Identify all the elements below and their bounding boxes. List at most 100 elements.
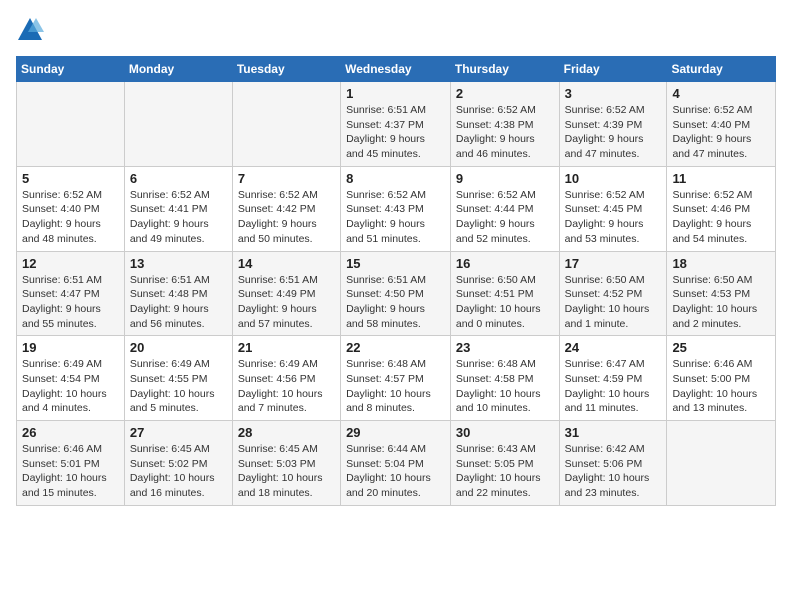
day-number: 20 [130, 340, 227, 355]
day-number: 5 [22, 171, 119, 186]
calendar-cell: 25 Sunrise: 6:46 AM Sunset: 5:00 PM Dayli… [667, 336, 776, 421]
day-detail: Sunrise: 6:49 AM Sunset: 4:55 PM Dayligh… [130, 357, 227, 416]
day-number: 30 [456, 425, 554, 440]
day-number: 2 [456, 86, 554, 101]
day-number: 16 [456, 256, 554, 271]
day-number: 4 [672, 86, 770, 101]
day-number: 26 [22, 425, 119, 440]
calendar-cell: 24 Sunrise: 6:47 AM Sunset: 4:59 PM Dayli… [559, 336, 667, 421]
calendar-cell: 19 Sunrise: 6:49 AM Sunset: 4:54 PM Dayli… [17, 336, 125, 421]
calendar-table: SundayMondayTuesdayWednesdayThursdayFrid… [16, 56, 776, 506]
day-header-thursday: Thursday [450, 57, 559, 82]
day-number: 6 [130, 171, 227, 186]
day-detail: Sunrise: 6:49 AM Sunset: 4:54 PM Dayligh… [22, 357, 119, 416]
calendar-cell: 15Sunrise: 6:51 AM Sunset: 4:50 PM Dayli… [341, 251, 451, 336]
calendar-cell: 4 Sunrise: 6:52 AM Sunset: 4:40 PM Daylig… [667, 82, 776, 167]
day-detail: Sunrise: 6:52 AM Sunset: 4:43 PM Dayligh… [346, 188, 445, 247]
day-number: 1 [346, 86, 445, 101]
day-number: 11 [672, 171, 770, 186]
calendar-cell: 3Sunrise: 6:52 AM Sunset: 4:39 PM Daylig… [559, 82, 667, 167]
day-number: 25 [672, 340, 770, 355]
day-header-monday: Monday [124, 57, 232, 82]
calendar-cell: 6 Sunrise: 6:52 AM Sunset: 4:41 PM Daylig… [124, 166, 232, 251]
calendar-cell: 11 Sunrise: 6:52 AM Sunset: 4:46 PM Dayli… [667, 166, 776, 251]
day-detail: Sunrise: 6:51 AM Sunset: 4:48 PM Dayligh… [130, 273, 227, 332]
calendar-cell [124, 82, 232, 167]
day-detail: Sunrise: 6:51 AM Sunset: 4:50 PM Dayligh… [346, 273, 445, 332]
calendar-cell: 2 Sunrise: 6:52 AM Sunset: 4:38 PM Daylig… [450, 82, 559, 167]
logo [16, 16, 46, 44]
day-number: 19 [22, 340, 119, 355]
day-number: 21 [238, 340, 335, 355]
day-detail: Sunrise: 6:52 AM Sunset: 4:39 PM Dayligh… [565, 103, 662, 162]
week-row-4: 19 Sunrise: 6:49 AM Sunset: 4:54 PM Dayli… [17, 336, 776, 421]
calendar-cell: 18Sunrise: 6:50 AM Sunset: 4:53 PM Dayli… [667, 251, 776, 336]
day-header-saturday: Saturday [667, 57, 776, 82]
day-number: 24 [565, 340, 662, 355]
day-detail: Sunrise: 6:45 AM Sunset: 5:03 PM Dayligh… [238, 442, 335, 501]
day-number: 7 [238, 171, 335, 186]
week-row-1: 1 Sunrise: 6:51 AM Sunset: 4:37 PM Daylig… [17, 82, 776, 167]
day-detail: Sunrise: 6:51 AM Sunset: 4:49 PM Dayligh… [238, 273, 335, 332]
week-row-5: 26 Sunrise: 6:46 AM Sunset: 5:01 PM Dayli… [17, 421, 776, 506]
calendar-cell [232, 82, 340, 167]
calendar-cell: 27Sunrise: 6:45 AM Sunset: 5:02 PM Dayli… [124, 421, 232, 506]
day-header-sunday: Sunday [17, 57, 125, 82]
day-detail: Sunrise: 6:52 AM Sunset: 4:40 PM Dayligh… [672, 103, 770, 162]
day-number: 12 [22, 256, 119, 271]
day-detail: Sunrise: 6:51 AM Sunset: 4:47 PM Dayligh… [22, 273, 119, 332]
day-detail: Sunrise: 6:48 AM Sunset: 4:57 PM Dayligh… [346, 357, 445, 416]
calendar-cell [667, 421, 776, 506]
calendar-cell: 14 Sunrise: 6:51 AM Sunset: 4:49 PM Dayli… [232, 251, 340, 336]
calendar-cell: 21Sunrise: 6:49 AM Sunset: 4:56 PM Dayli… [232, 336, 340, 421]
day-header-wednesday: Wednesday [341, 57, 451, 82]
day-header-tuesday: Tuesday [232, 57, 340, 82]
day-detail: Sunrise: 6:46 AM Sunset: 5:00 PM Dayligh… [672, 357, 770, 416]
day-detail: Sunrise: 6:50 AM Sunset: 4:52 PM Dayligh… [565, 273, 662, 332]
day-detail: Sunrise: 6:52 AM Sunset: 4:46 PM Dayligh… [672, 188, 770, 247]
calendar-cell: 8 Sunrise: 6:52 AM Sunset: 4:43 PM Daylig… [341, 166, 451, 251]
logo-icon [16, 16, 44, 44]
calendar-cell: 28 Sunrise: 6:45 AM Sunset: 5:03 PM Dayli… [232, 421, 340, 506]
page-header [16, 16, 776, 44]
day-number: 28 [238, 425, 335, 440]
calendar-cell: 13 Sunrise: 6:51 AM Sunset: 4:48 PM Dayli… [124, 251, 232, 336]
day-number: 13 [130, 256, 227, 271]
day-number: 29 [346, 425, 445, 440]
day-detail: Sunrise: 6:46 AM Sunset: 5:01 PM Dayligh… [22, 442, 119, 501]
calendar-cell: 16 Sunrise: 6:50 AM Sunset: 4:51 PM Dayli… [450, 251, 559, 336]
calendar-cell: 30Sunrise: 6:43 AM Sunset: 5:05 PM Dayli… [450, 421, 559, 506]
day-detail: Sunrise: 6:50 AM Sunset: 4:53 PM Dayligh… [672, 273, 770, 332]
day-number: 31 [565, 425, 662, 440]
day-number: 27 [130, 425, 227, 440]
day-detail: Sunrise: 6:51 AM Sunset: 4:37 PM Dayligh… [346, 103, 445, 162]
calendar-cell: 7Sunrise: 6:52 AM Sunset: 4:42 PM Daylig… [232, 166, 340, 251]
day-detail: Sunrise: 6:50 AM Sunset: 4:51 PM Dayligh… [456, 273, 554, 332]
calendar-cell: 23 Sunrise: 6:48 AM Sunset: 4:58 PM Dayli… [450, 336, 559, 421]
calendar-cell: 1 Sunrise: 6:51 AM Sunset: 4:37 PM Daylig… [341, 82, 451, 167]
calendar-cell: 29Sunrise: 6:44 AM Sunset: 5:04 PM Dayli… [341, 421, 451, 506]
day-number: 8 [346, 171, 445, 186]
day-number: 10 [565, 171, 662, 186]
calendar-cell: 12 Sunrise: 6:51 AM Sunset: 4:47 PM Dayli… [17, 251, 125, 336]
calendar-cell [17, 82, 125, 167]
day-detail: Sunrise: 6:52 AM Sunset: 4:40 PM Dayligh… [22, 188, 119, 247]
day-detail: Sunrise: 6:52 AM Sunset: 4:38 PM Dayligh… [456, 103, 554, 162]
day-number: 23 [456, 340, 554, 355]
week-row-3: 12 Sunrise: 6:51 AM Sunset: 4:47 PM Dayli… [17, 251, 776, 336]
day-detail: Sunrise: 6:52 AM Sunset: 4:44 PM Dayligh… [456, 188, 554, 247]
day-number: 14 [238, 256, 335, 271]
day-detail: Sunrise: 6:52 AM Sunset: 4:45 PM Dayligh… [565, 188, 662, 247]
day-number: 17 [565, 256, 662, 271]
day-number: 9 [456, 171, 554, 186]
calendar-cell: 17 Sunrise: 6:50 AM Sunset: 4:52 PM Dayli… [559, 251, 667, 336]
day-header-friday: Friday [559, 57, 667, 82]
day-number: 22 [346, 340, 445, 355]
calendar-cell: 26 Sunrise: 6:46 AM Sunset: 5:01 PM Dayli… [17, 421, 125, 506]
day-detail: Sunrise: 6:52 AM Sunset: 4:41 PM Dayligh… [130, 188, 227, 247]
day-header-row: SundayMondayTuesdayWednesdayThursdayFrid… [17, 57, 776, 82]
calendar-cell: 10 Sunrise: 6:52 AM Sunset: 4:45 PM Dayli… [559, 166, 667, 251]
day-detail: Sunrise: 6:47 AM Sunset: 4:59 PM Dayligh… [565, 357, 662, 416]
calendar-cell: 5 Sunrise: 6:52 AM Sunset: 4:40 PM Daylig… [17, 166, 125, 251]
day-detail: Sunrise: 6:48 AM Sunset: 4:58 PM Dayligh… [456, 357, 554, 416]
